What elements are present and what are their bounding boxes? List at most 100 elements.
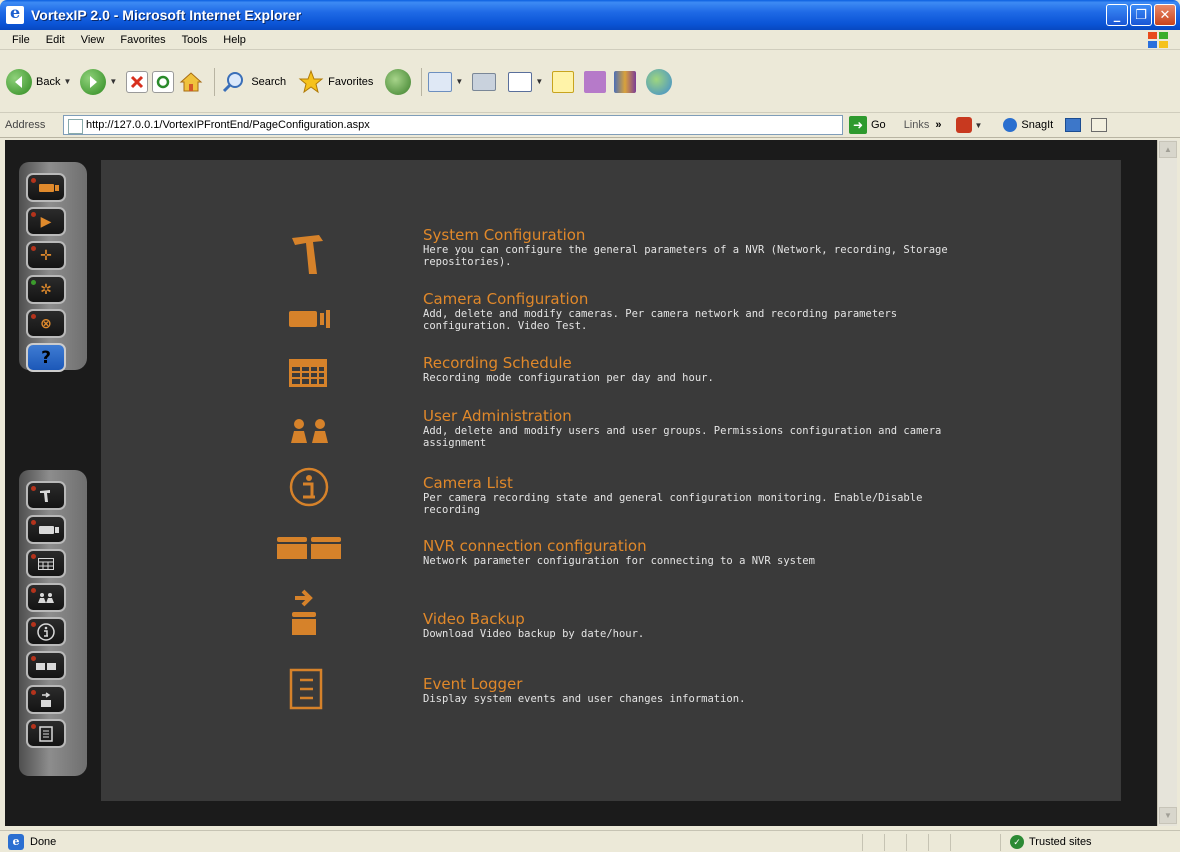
dock-recording-schedule[interactable] bbox=[26, 549, 66, 578]
history-button[interactable] bbox=[385, 62, 412, 102]
gear-icon: ✲ bbox=[40, 281, 52, 298]
config-item-camera[interactable]: Camera Configuration Add, delete and mod… bbox=[423, 291, 1023, 333]
links-label[interactable]: Links bbox=[904, 119, 930, 131]
books-icon bbox=[614, 70, 637, 93]
contacts-icon bbox=[646, 68, 673, 95]
schedule-grid-icon[interactable] bbox=[289, 359, 327, 387]
discuss-button[interactable] bbox=[552, 62, 575, 102]
config-item-users[interactable]: User Administration Add, delete and modi… bbox=[423, 408, 1023, 450]
status-led bbox=[31, 520, 36, 525]
menu-edit[interactable]: Edit bbox=[38, 34, 73, 46]
maximize-button[interactable]: ❐ bbox=[1130, 4, 1152, 26]
minimize-button[interactable]: _ bbox=[1106, 4, 1128, 26]
books-button[interactable] bbox=[614, 62, 637, 102]
search-button[interactable]: Search bbox=[221, 62, 286, 102]
backup-icon[interactable] bbox=[289, 588, 319, 636]
playback-button[interactable]: ▶ bbox=[26, 207, 66, 236]
configuration-button[interactable]: ✲ bbox=[26, 275, 66, 304]
forward-dropdown-icon[interactable]: ▼ bbox=[109, 77, 117, 86]
favorites-button[interactable]: Favorites bbox=[298, 62, 373, 102]
printer-icon bbox=[472, 72, 497, 91]
config-item-title[interactable]: System Configuration bbox=[423, 227, 1023, 244]
dock-video-backup[interactable] bbox=[26, 685, 66, 714]
menu-tools[interactable]: Tools bbox=[174, 34, 216, 46]
dock-camera-list[interactable] bbox=[26, 617, 66, 646]
search-icon bbox=[221, 69, 247, 95]
backup-icon bbox=[41, 691, 51, 707]
snagit-icon bbox=[1003, 118, 1018, 132]
print-button[interactable] bbox=[472, 62, 497, 102]
config-item-title[interactable]: Recording Schedule bbox=[423, 355, 1023, 372]
menu-file[interactable]: File bbox=[4, 34, 38, 46]
menu-help[interactable]: Help bbox=[215, 34, 254, 46]
capture-window-icon[interactable] bbox=[1065, 118, 1082, 132]
stop-icon bbox=[126, 70, 149, 93]
scroll-up-icon[interactable]: ▲ bbox=[1159, 141, 1177, 158]
live-view-button[interactable] bbox=[26, 173, 66, 202]
config-item-title[interactable]: Event Logger bbox=[423, 676, 1023, 693]
acrobat-icon[interactable] bbox=[955, 117, 972, 133]
go-arrow-icon: ➜ bbox=[849, 116, 867, 134]
status-bar: e Done ✓ Trusted sites bbox=[0, 830, 1180, 852]
stop-button[interactable] bbox=[126, 62, 149, 102]
dock-user-administration[interactable] bbox=[26, 583, 66, 612]
messenger-button[interactable] bbox=[584, 62, 607, 102]
config-item-camera-list[interactable]: Camera List Per camera recording state a… bbox=[423, 475, 1023, 517]
vertical-scrollbar[interactable]: ▲ ▼ bbox=[1157, 140, 1177, 826]
dock-camera-configuration[interactable] bbox=[26, 515, 66, 544]
logout-button[interactable]: ⊗ bbox=[26, 309, 66, 338]
status-led bbox=[31, 588, 36, 593]
status-text: Done bbox=[30, 835, 57, 848]
mail-button[interactable]: ▼ bbox=[428, 62, 468, 102]
snagit-button[interactable]: SnagIt bbox=[1003, 118, 1053, 132]
close-button[interactable]: ✕ bbox=[1154, 4, 1176, 26]
refresh-button[interactable] bbox=[152, 62, 175, 102]
schedule-grid-icon bbox=[38, 557, 54, 570]
dock-nvr-connection[interactable] bbox=[26, 651, 66, 680]
config-item-title[interactable]: Camera Configuration bbox=[423, 291, 1023, 308]
menu-view[interactable]: View bbox=[73, 34, 113, 46]
capture-region-icon[interactable] bbox=[1091, 118, 1108, 132]
ptz-button[interactable]: ✛ bbox=[26, 241, 66, 270]
links-chevron-icon[interactable]: » bbox=[935, 119, 941, 131]
menu-bar: File Edit View Favorites Tools Help bbox=[0, 30, 1180, 50]
contacts-button[interactable] bbox=[646, 62, 673, 102]
back-button[interactable]: Back ▼ bbox=[6, 62, 76, 102]
security-zone[interactable]: ✓ Trusted sites bbox=[1010, 835, 1092, 849]
dock-system-configuration[interactable] bbox=[26, 481, 66, 510]
dock-event-logger[interactable] bbox=[26, 719, 66, 748]
url-input[interactable]: http://127.0.0.1/VortexIPFrontEnd/PageCo… bbox=[63, 115, 843, 135]
acrobat-dropdown-icon[interactable]: ▼ bbox=[975, 121, 983, 130]
config-item-title[interactable]: Video Backup bbox=[423, 611, 1023, 628]
config-item-title[interactable]: User Administration bbox=[423, 408, 1023, 425]
config-item-system[interactable]: System Configuration Here you can config… bbox=[423, 227, 1023, 269]
go-button[interactable]: ➜ Go bbox=[849, 116, 886, 134]
history-icon bbox=[385, 68, 412, 95]
forward-button[interactable]: ▼ bbox=[80, 62, 122, 102]
config-item-title[interactable]: NVR connection configuration bbox=[423, 538, 1023, 555]
edit-button[interactable]: ▼ bbox=[508, 62, 548, 102]
home-button[interactable] bbox=[178, 62, 204, 102]
config-item-title[interactable]: Camera List bbox=[423, 475, 1023, 492]
status-led bbox=[31, 314, 36, 319]
log-document-icon[interactable] bbox=[289, 668, 323, 710]
info-icon[interactable] bbox=[289, 467, 329, 507]
users-icon[interactable] bbox=[289, 419, 331, 443]
mail-dropdown-icon[interactable]: ▼ bbox=[455, 77, 463, 86]
config-item-event-logger[interactable]: Event Logger Display system events and u… bbox=[423, 676, 1023, 706]
close-circle-icon: ⊗ bbox=[40, 315, 52, 332]
hammer-icon[interactable] bbox=[289, 232, 329, 276]
config-item-backup[interactable]: Video Backup Download Video backup by da… bbox=[423, 611, 1023, 641]
config-item-nvr[interactable]: NVR connection configuration Network par… bbox=[423, 538, 1023, 568]
menu-favorites[interactable]: Favorites bbox=[112, 34, 173, 46]
status-divider bbox=[928, 834, 929, 851]
config-item-schedule[interactable]: Recording Schedule Recording mode config… bbox=[423, 355, 1023, 385]
edit-dropdown-icon[interactable]: ▼ bbox=[535, 77, 543, 86]
scroll-down-icon[interactable]: ▼ bbox=[1159, 807, 1177, 824]
back-dropdown-icon[interactable]: ▼ bbox=[63, 77, 71, 86]
log-document-icon bbox=[39, 725, 53, 742]
help-button[interactable]: ? bbox=[26, 343, 66, 372]
nvr-drives-icon[interactable] bbox=[277, 537, 341, 559]
address-bar: Address http://127.0.0.1/VortexIPFrontEn… bbox=[0, 113, 1180, 138]
camera-icon[interactable] bbox=[289, 307, 333, 329]
